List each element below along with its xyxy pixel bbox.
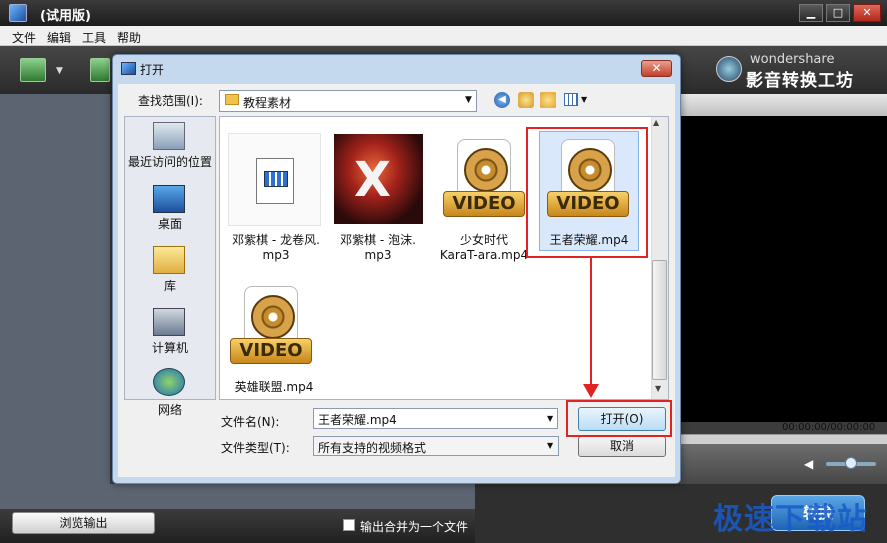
highlight-box-open-button	[566, 400, 672, 437]
file-item-1[interactable]: 邓紫棋 - 龙卷风. mp3	[226, 233, 326, 263]
media-file-icon	[256, 158, 294, 204]
wondershare-logo-icon	[716, 56, 742, 82]
video-badge: VIDEO	[443, 191, 525, 217]
file-label-ext: mp3	[262, 248, 290, 262]
highlight-box-file	[526, 127, 648, 258]
file-item-5[interactable]: 英雄联盟.mp4	[224, 380, 324, 395]
minimize-button[interactable]: ▁	[799, 4, 823, 22]
chevron-down-icon[interactable]: ▼	[465, 95, 472, 105]
album-cover-thumbnail[interactable]: X	[334, 134, 423, 224]
network-icon[interactable]	[153, 368, 185, 396]
desktop-icon[interactable]	[153, 185, 185, 213]
brand-en: wondershare	[750, 52, 835, 67]
chevron-down-icon[interactable]: ▼	[56, 66, 63, 76]
file-label-ext: mp3	[364, 248, 392, 262]
filename-input[interactable]: 王者荣耀.mp4	[313, 408, 558, 429]
cancel-button[interactable]: 取消	[578, 436, 666, 457]
seek-bar[interactable]	[680, 434, 887, 444]
folder-icon	[225, 94, 239, 105]
preview-header	[680, 94, 887, 116]
chevron-down-icon[interactable]: ▼	[547, 414, 553, 423]
merge-checkbox[interactable]	[343, 519, 355, 531]
filetype-label: 文件类型(T):	[221, 441, 290, 455]
chevron-down-icon[interactable]: ▼	[581, 95, 587, 104]
computer-icon[interactable]	[153, 308, 185, 336]
scroll-up-icon[interactable]: ▲	[653, 118, 659, 127]
lookin-label: 查找范围(I):	[138, 94, 203, 108]
file-label-ext: KaraT-ara.mp4	[439, 248, 529, 262]
menu-edit[interactable]: 编辑	[47, 29, 71, 46]
timecode: 00:00:00/00:00:00	[782, 422, 876, 433]
browse-output-button[interactable]: 浏览输出	[12, 512, 155, 534]
file-list-pane	[0, 94, 110, 509]
menubar: 文件 编辑 工具 帮助	[0, 26, 887, 46]
film-reel-icon	[244, 286, 298, 346]
new-folder-icon[interactable]	[540, 92, 556, 108]
filetype-select[interactable]: 所有支持的视频格式	[313, 436, 559, 456]
dialog-close-button[interactable]: ✕	[641, 60, 672, 77]
dialog-title: 打开	[140, 63, 165, 77]
volume-knob[interactable]	[845, 457, 857, 469]
recent-places-icon[interactable]	[153, 122, 185, 150]
dialog-app-icon	[121, 62, 136, 75]
place-desktop[interactable]: 桌面	[124, 215, 216, 232]
edit-video-icon[interactable]	[90, 58, 110, 82]
close-window-button[interactable]: ✕	[853, 4, 881, 22]
file-item-2[interactable]: 邓紫棋 - 泡沫. mp3	[326, 233, 430, 263]
place-computer[interactable]: 计算机	[124, 339, 216, 356]
add-video-icon[interactable]	[20, 58, 46, 82]
file-label: 英雄联盟.mp4	[234, 380, 314, 394]
file-label: 邓紫棋 - 龙卷风.	[232, 233, 320, 247]
file-item-3[interactable]: 少女时代 KaraT-ara.mp4	[432, 233, 536, 263]
preview-screen	[680, 116, 887, 422]
menu-help[interactable]: 帮助	[117, 29, 141, 46]
app-titlebar: (试用版) ▁ □ ✕	[0, 0, 887, 26]
arrow-line	[590, 258, 592, 388]
video-file-icon[interactable]: VIDEO	[443, 139, 525, 225]
place-recent[interactable]: 最近访问的位置	[124, 153, 216, 170]
menu-file[interactable]: 文件	[12, 29, 36, 46]
menu-tools[interactable]: 工具	[82, 29, 106, 46]
place-library[interactable]: 库	[124, 277, 216, 294]
merge-label: 输出合并为一个文件	[360, 520, 469, 534]
file-label: 邓紫棋 - 泡沫.	[340, 233, 416, 247]
up-folder-icon[interactable]	[518, 92, 534, 108]
scrollbar-thumb[interactable]	[652, 260, 667, 380]
watermark: 极速下载站	[713, 502, 868, 537]
bottom-left-area	[0, 484, 475, 509]
chevron-down-icon[interactable]: ▼	[547, 441, 553, 450]
scroll-down-icon[interactable]: ▼	[655, 384, 661, 393]
video-badge: VIDEO	[230, 338, 312, 364]
view-menu-icon[interactable]	[564, 93, 578, 106]
lookin-value: 教程素材	[243, 96, 292, 110]
album-x-mark: X	[354, 152, 392, 208]
place-network[interactable]: 网络	[124, 401, 216, 418]
app-icon	[9, 4, 27, 22]
app-title: (试用版)	[40, 9, 91, 24]
filename-label: 文件名(N):	[221, 415, 280, 429]
film-reel-icon	[457, 139, 511, 199]
library-icon[interactable]	[153, 246, 185, 274]
maximize-button[interactable]: □	[826, 4, 850, 22]
file-label: 少女时代	[459, 233, 508, 247]
arrow-head-icon	[583, 384, 599, 398]
brand-cn: 影音转换工坊	[746, 71, 854, 91]
video-file-icon[interactable]: VIDEO	[230, 286, 312, 372]
back-icon[interactable]: ◀	[494, 92, 510, 108]
volume-icon[interactable]: ◀	[804, 457, 813, 471]
